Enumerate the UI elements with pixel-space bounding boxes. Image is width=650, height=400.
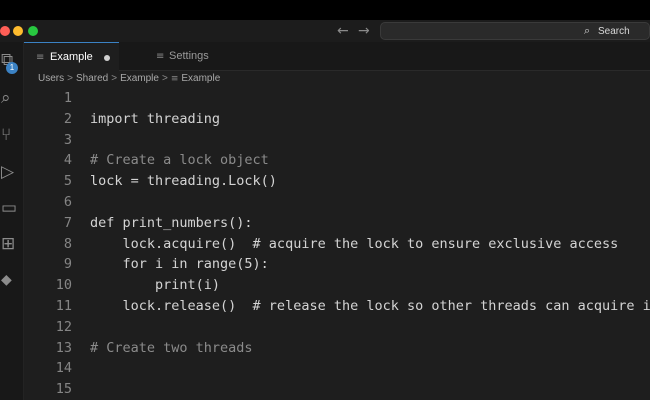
explorer-badge: 1 xyxy=(6,62,18,74)
file-icon: ≡ xyxy=(170,74,179,84)
line-number: 12 xyxy=(55,318,72,335)
line-number: 5 xyxy=(63,173,72,190)
search-label: Search xyxy=(598,26,630,37)
code-text[interactable]: def print_numbers(): xyxy=(90,213,253,233)
code-line[interactable]: 1 xyxy=(24,88,650,108)
code-editor[interactable]: 1 2 import threading 3 4 # Create a lock obje… xyxy=(24,88,650,400)
code-text[interactable]: import threading xyxy=(90,109,220,129)
settings-file-icon: ≡ xyxy=(156,51,165,62)
line-number: 9 xyxy=(63,256,72,273)
line-number: 1 xyxy=(63,90,72,106)
line-number: 11 xyxy=(55,298,72,314)
source-control-icon[interactable]: ⑂ xyxy=(0,125,25,145)
code-line[interactable]: 4 # Create a lock object xyxy=(24,150,650,170)
tab-example[interactable]: ≡ Example xyxy=(24,42,119,71)
breadcrumb-item[interactable]: Example xyxy=(120,73,159,84)
docker-icon[interactable]: ◆ xyxy=(0,272,25,288)
code-text[interactable]: lock.acquire() # acquire the lock to ens… xyxy=(90,234,619,254)
line-number: 3 xyxy=(63,131,72,148)
run-debug-icon[interactable]: ▷ xyxy=(0,162,25,182)
breadcrumb: Users > Shared > Example > ≡ Example xyxy=(38,73,220,87)
code-line[interactable]: 10 print(i) xyxy=(24,275,650,295)
breadcrumb-item[interactable]: Shared xyxy=(76,73,108,84)
remote-explorer-icon[interactable]: ▭ xyxy=(0,198,25,218)
tab-label: Settings xyxy=(169,50,209,62)
back-arrow-icon[interactable]: ← xyxy=(337,23,349,39)
chevron-right-icon: > xyxy=(67,73,73,84)
line-number: 10 xyxy=(55,277,72,294)
line-number: 15 xyxy=(55,381,72,398)
breadcrumb-item[interactable]: Example xyxy=(181,73,220,84)
line-number: 7 xyxy=(63,214,72,231)
unsaved-dot-icon[interactable] xyxy=(104,55,110,61)
code-line[interactable]: 15 xyxy=(24,379,650,399)
breadcrumb-item[interactable]: Users xyxy=(38,73,64,84)
code-line[interactable]: 6 xyxy=(24,192,650,212)
line-number: 6 xyxy=(63,194,72,210)
minimize-window-button[interactable] xyxy=(13,26,23,36)
code-line[interactable]: 5 lock = threading.Lock() xyxy=(24,171,650,191)
code-text[interactable]: for i in range(5): xyxy=(90,254,269,274)
chevron-right-icon: > xyxy=(161,73,168,84)
code-line[interactable]: 7 def print_numbers(): xyxy=(24,213,650,233)
line-number: 13 xyxy=(55,339,72,356)
search-icon[interactable]: ⌕ xyxy=(0,88,25,108)
tab-bar: ≡ Example ≡ Settings xyxy=(24,42,650,71)
code-line[interactable]: 9 for i in range(5): xyxy=(24,254,650,274)
code-line[interactable]: 14 xyxy=(24,358,650,378)
line-number: 14 xyxy=(55,360,72,377)
line-number: 2 xyxy=(63,110,72,127)
chevron-right-icon: > xyxy=(111,73,118,84)
maximize-window-button[interactable] xyxy=(28,26,38,36)
file-icon: ≡ xyxy=(36,52,45,63)
code-text[interactable]: print(i) xyxy=(90,275,220,295)
tab-label: Example xyxy=(50,51,93,63)
extensions-icon[interactable]: ⊞ xyxy=(0,234,25,254)
code-line[interactable]: 11 lock.release() # release the lock so … xyxy=(24,296,650,316)
search-icon: ⌕ xyxy=(584,24,591,37)
code-line[interactable]: 8 lock.acquire() # acquire the lock to e… xyxy=(24,234,650,254)
code-text[interactable]: # Create a lock object xyxy=(90,150,269,170)
code-line[interactable]: 3 xyxy=(24,130,650,150)
forward-arrow-icon[interactable]: → xyxy=(358,23,370,39)
code-line[interactable]: 12 xyxy=(24,317,650,337)
line-number: 8 xyxy=(63,235,72,252)
code-text[interactable]: # Create two threads xyxy=(90,338,253,358)
code-text[interactable]: lock = threading.Lock() xyxy=(90,171,277,191)
code-line[interactable]: 13 # Create two threads xyxy=(24,338,650,358)
code-line[interactable]: 2 import threading xyxy=(24,109,650,129)
line-number: 4 xyxy=(63,152,72,169)
code-text[interactable]: lock.release() # release the lock so oth… xyxy=(90,296,650,316)
tab-settings[interactable]: ≡ Settings xyxy=(119,42,239,71)
close-window-button[interactable] xyxy=(0,26,10,36)
